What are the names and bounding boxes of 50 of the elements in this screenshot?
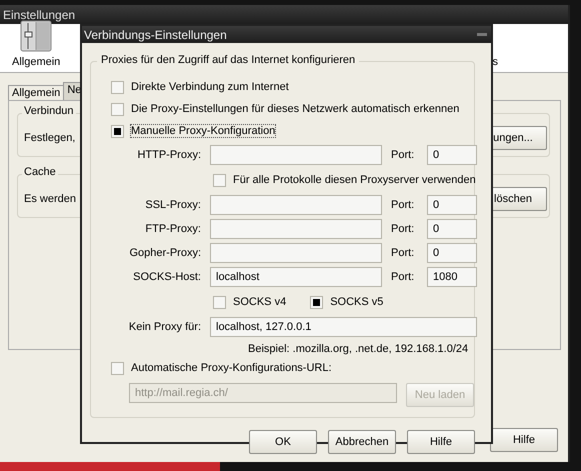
proxy-field[interactable]	[210, 243, 382, 263]
toolbar-item[interactable]: s	[492, 56, 498, 68]
dialog-button[interactable]: Abbrechen	[328, 430, 396, 454]
no-proxy-field[interactable]: localhost, 127.0.0.1	[210, 317, 477, 337]
checkbox[interactable]	[213, 174, 226, 186]
option-label[interactable]: Für alle Protokolle diesen Proxyserver verwenden	[233, 174, 476, 186]
proxy-field[interactable]	[210, 195, 382, 215]
dialog-title: Verbindungs-Einstellungen	[84, 28, 227, 42]
group-text: Es werden	[24, 193, 76, 205]
field-label: SSL-Proxy:	[144, 199, 201, 211]
checkbox[interactable]	[310, 296, 324, 308]
port-field[interactable]: 0	[427, 243, 477, 263]
option-label[interactable]: Manuelle Proxy-Konfiguration	[131, 125, 276, 137]
port-label: Port:	[391, 271, 416, 283]
checkbox[interactable]	[111, 124, 124, 138]
option-label[interactable]: Direkte Verbindung zum Internet	[131, 81, 289, 93]
option-label[interactable]: SOCKS v4	[233, 296, 286, 308]
field-label: HTTP-Proxy:	[136, 149, 201, 161]
window-title: Einstellungen	[0, 5, 568, 24]
dialog-button[interactable]: Hilfe	[407, 430, 475, 454]
help-button[interactable]: Hilfe	[490, 428, 558, 452]
checkbox[interactable]	[213, 296, 226, 308]
proxy-field[interactable]	[210, 219, 382, 239]
field-label: SOCKS-Host:	[132, 271, 201, 283]
port-field[interactable]: 0	[427, 195, 477, 215]
group-title: Verbindun	[22, 105, 76, 117]
option-label[interactable]: SOCKS v5	[330, 296, 384, 308]
sliders-icon	[20, 20, 52, 52]
port-label: Port:	[391, 223, 416, 235]
port-label: Port:	[391, 149, 416, 161]
port-label: Port:	[391, 247, 416, 259]
minimize-icon[interactable]	[477, 33, 487, 36]
port-label: Port:	[391, 199, 416, 211]
checkbox[interactable]	[111, 80, 124, 94]
field-label: Gopher-Proxy:	[128, 247, 201, 259]
port-field[interactable]: 0	[427, 219, 477, 239]
checkbox[interactable]	[111, 102, 124, 116]
group-title: Cache	[22, 166, 58, 178]
port-field[interactable]: 1080	[427, 267, 477, 287]
fieldset-legend: Proxies für den Zugriff auf das Internet konfigurieren	[97, 54, 360, 66]
field-label: Kein Proxy für:	[128, 321, 201, 333]
tab[interactable]: Allgemein	[8, 85, 64, 100]
dialog-button[interactable]: OK	[249, 430, 317, 454]
port-field[interactable]: 0	[427, 145, 477, 165]
proxy-field[interactable]: localhost	[210, 267, 382, 287]
example-text: Beispiel: .mozilla.org, .net.de, 192.168.1.0/24	[248, 342, 468, 357]
option-label[interactable]: Die Proxy-Einstellungen für dieses Netzwerk automatisch erkennen	[131, 103, 460, 115]
group-text: Festlegen,	[24, 132, 76, 144]
field-label: FTP-Proxy:	[144, 223, 201, 235]
proxy-field[interactable]	[210, 145, 382, 165]
